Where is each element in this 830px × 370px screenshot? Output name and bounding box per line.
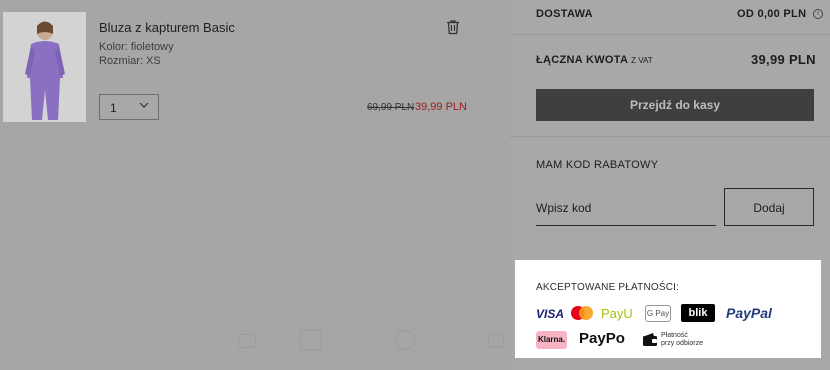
info-icon[interactable]: i	[813, 9, 823, 19]
discount-code-title: MAM KOD RABATOWY	[536, 159, 659, 171]
divider	[510, 136, 830, 137]
faint-background-shape	[300, 330, 322, 350]
faint-background-shape	[395, 330, 415, 350]
cod-line-2: przy odbiorze	[661, 340, 704, 347]
google-pay-logo: G Pay	[645, 305, 671, 322]
checkout-button[interactable]: Przejdź do kasy	[536, 89, 814, 121]
total-value: 39,99 PLN	[751, 52, 816, 67]
faint-background-shape	[488, 334, 504, 348]
cash-on-delivery-label: Płatność przy odbiorze	[661, 332, 703, 348]
payments-title: AKCEPTOWANE PŁATNOŚCI:	[536, 282, 680, 293]
shipping-value: OD 0,00 PLN	[737, 8, 807, 20]
total-label-text: ŁĄCZNA KWOTA	[536, 54, 628, 66]
chevron-down-icon	[139, 102, 149, 108]
apply-discount-button[interactable]: Dodaj	[724, 188, 814, 226]
blik-logo: blik	[681, 304, 715, 322]
quantity-value: 1	[110, 101, 117, 115]
sale-price: 39,99 PLN	[415, 101, 467, 113]
cart-panel: Bluza z kapturem Basic Kolor: fioletowy …	[0, 0, 510, 370]
quantity-select[interactable]: 1	[99, 94, 159, 120]
total-label: ŁĄCZNA KWOTA Z VAT	[536, 54, 653, 66]
payu-logo: PayU	[601, 306, 633, 321]
product-name[interactable]: Bluza z kapturem Basic	[99, 20, 235, 35]
paypo-logo: PayPo	[579, 330, 625, 347]
wallet-icon	[643, 333, 657, 346]
total-vat-note: Z VAT	[631, 56, 653, 65]
discount-code-input[interactable]	[536, 195, 716, 226]
trash-icon[interactable]	[445, 19, 461, 35]
klarna-logo: Klarna.	[536, 331, 567, 349]
cod-line-1: Płatność	[661, 332, 688, 339]
product-color: Kolor: fioletowy	[99, 41, 174, 53]
shipping-label: DOSTAWA	[536, 8, 593, 20]
product-photo-illustration	[3, 12, 86, 122]
paypal-logo: PayPal	[726, 305, 772, 321]
old-price: 69,99 PLN	[367, 102, 415, 113]
product-size: Rozmiar: XS	[99, 55, 161, 67]
visa-logo: VISA	[536, 307, 565, 321]
product-image[interactable]	[3, 12, 86, 122]
accepted-payments-box: AKCEPTOWANE PŁATNOŚCI: VISA PayU G Pay b…	[515, 260, 821, 358]
divider	[510, 34, 830, 35]
mastercard-logo	[571, 306, 593, 320]
faint-background-shape	[238, 334, 256, 348]
